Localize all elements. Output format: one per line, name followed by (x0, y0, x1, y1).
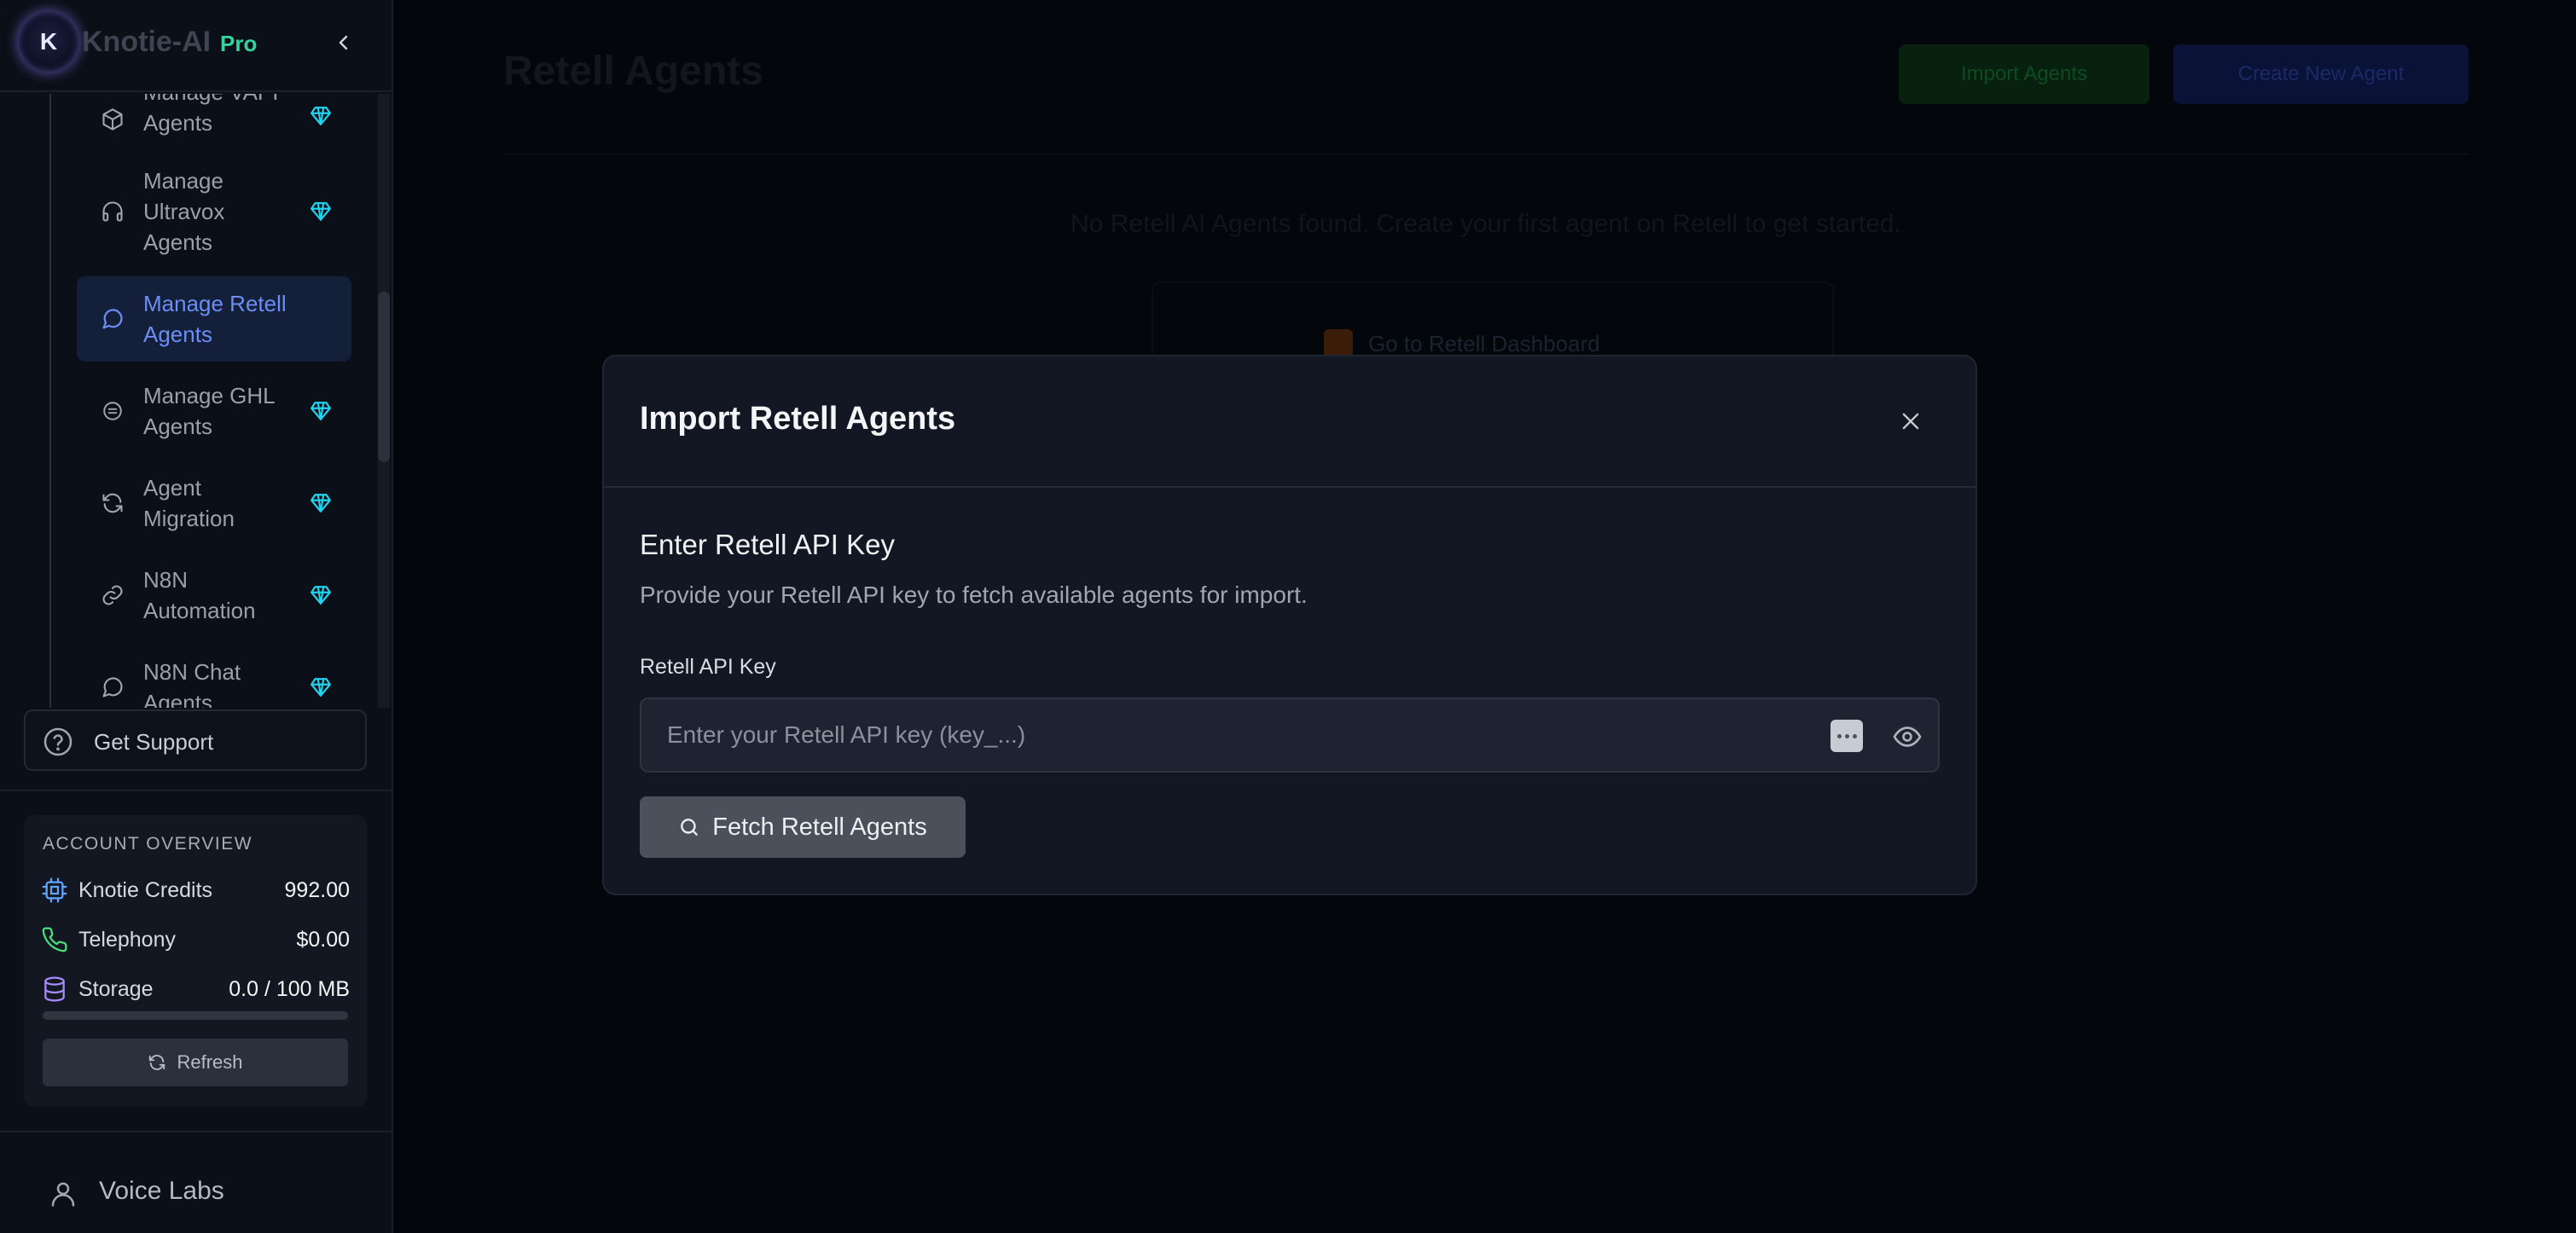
divider (0, 790, 392, 791)
dialog-description: Provide your Retell API key to fetch ava… (640, 582, 1308, 608)
collapse-sidebar-button[interactable] (328, 27, 359, 58)
sidebar-item-label: N8N (143, 567, 189, 593)
user-icon (51, 1182, 75, 1207)
telephony-value: $0.00 (296, 928, 350, 952)
account-overview-title: ACCOUNT OVERVIEW (43, 834, 253, 854)
diamond-icon (309, 200, 333, 223)
refresh-icon (149, 1055, 165, 1070)
sidebar-item-label: Agents (143, 321, 212, 347)
dialog-header: Import Retell Agents (604, 356, 1976, 488)
sidebar-item-label: Agents (143, 110, 212, 136)
retell-dashboard-link: Go to Retell Dashboard (1368, 331, 1600, 356)
fetch-retell-agents-button[interactable]: Fetch Retell Agents (640, 796, 966, 858)
sidebar-nav: Manage VAPI Agents Manage Ultravox Agent… (0, 94, 392, 708)
storage-label: Storage (78, 977, 154, 1001)
credits-row: Knotie Credits 992.00 (41, 873, 350, 907)
import-agents-button: Import Agents (1899, 44, 2150, 104)
chevron-left-icon (339, 35, 348, 50)
pro-badge: Pro (220, 31, 258, 56)
voice-labs-link[interactable]: Voice Labs (48, 1173, 304, 1214)
sidebar-item-manage-retell-agents[interactable]: Manage Retell Agents (77, 276, 351, 362)
brand-initial: K (39, 28, 58, 55)
api-key-field (640, 698, 1940, 773)
storage-value: 0.0 / 100 MB (229, 977, 350, 1001)
account-overview-card: ACCOUNT OVERVIEW Knotie Credits 992.00 T… (24, 815, 367, 1107)
ghl-icon (99, 397, 126, 425)
close-icon (1902, 413, 1919, 430)
sidebar-item-label: Ultravox (143, 199, 225, 224)
credits-label: Knotie Credits (78, 878, 213, 902)
toggle-visibility-button[interactable] (1888, 718, 1926, 755)
telephony-row: Telephony $0.00 (41, 923, 350, 957)
nav-guide-line (49, 94, 51, 708)
api-key-label: Retell API Key (640, 655, 776, 679)
credits-value: 992.00 (284, 878, 350, 902)
close-dialog-button[interactable] (1894, 404, 1928, 438)
sidebar: K Knotie-AI Pro Manage VAPI Agents (0, 0, 393, 1233)
divider (503, 153, 2469, 155)
search-icon (681, 819, 699, 836)
dialog-title: Import Retell Agents (640, 401, 956, 437)
brand-name: Knotie-AI (82, 26, 212, 58)
sidebar-item-label: Manage Retell (143, 291, 287, 316)
link-icon (99, 582, 126, 609)
sidebar-item-label: Manage VAPI (143, 94, 305, 107)
cube-icon (99, 106, 126, 133)
cpu-chip-icon (42, 877, 67, 903)
refresh-label: Refresh (177, 1051, 243, 1073)
refresh-button[interactable]: Refresh (43, 1039, 348, 1086)
sidebar-item-label: Manage GHL (143, 383, 276, 408)
storage-progress-bar (43, 1011, 348, 1020)
database-icon (44, 976, 65, 1002)
divider (0, 1131, 392, 1132)
sidebar-item-label: Migration (143, 506, 235, 531)
eye-icon (1893, 726, 1922, 747)
sidebar-item-label: Manage (143, 168, 223, 194)
sidebar-item-label: Agents (143, 414, 212, 439)
import-retell-agents-dialog: Import Retell Agents Enter Retell API Ke… (602, 355, 1977, 895)
empty-state-text: No Retell AI Agents found. Create your f… (1070, 210, 1901, 238)
sidebar-item-label: Automation (143, 598, 256, 623)
help-circle-icon (44, 727, 73, 756)
sidebar-scrollbar-thumb[interactable] (378, 292, 390, 462)
sidebar-item-label: Agent (143, 475, 201, 501)
diamond-icon (309, 675, 333, 699)
sidebar-item-label: Agents (143, 229, 212, 255)
get-support-button[interactable]: Get Support (24, 709, 367, 771)
retell-logo-icon (1324, 329, 1353, 358)
headphones-icon (99, 198, 126, 225)
voice-labs-label: Voice Labs (99, 1177, 224, 1205)
sidebar-item-label: Agents (143, 690, 212, 708)
create-new-agent-button: Create New Agent (2173, 44, 2469, 104)
sidebar-item-n8n-automation[interactable]: N8N Automation (77, 559, 351, 631)
telephony-label: Telephony (78, 928, 176, 952)
sidebar-item-manage-vapi-agents[interactable]: Manage VAPI Agents (77, 94, 351, 147)
get-support-label: Get Support (94, 729, 214, 755)
chat-bubble-icon (99, 674, 126, 701)
chat-bubble-icon (99, 305, 126, 333)
sidebar-item-manage-ghl-agents[interactable]: Manage GHL Agents (77, 375, 351, 447)
diamond-icon (309, 399, 333, 423)
phone-icon (42, 927, 67, 952)
sidebar-item-n8n-chat-agents[interactable]: N8N Chat Agents (77, 651, 351, 708)
sidebar-item-manage-ultravox-agents[interactable]: Manage Ultravox Agents (77, 162, 351, 261)
sidebar-header: K Knotie-AI Pro (0, 0, 392, 92)
diamond-icon (309, 104, 333, 128)
diamond-icon (309, 583, 333, 607)
dialog-subtitle: Enter Retell API Key (640, 529, 895, 560)
fetch-retell-agents-label: Fetch Retell Agents (712, 813, 927, 841)
sidebar-item-agent-migration[interactable]: Agent Migration (77, 467, 351, 539)
import-agents-label: Import Agents (1960, 62, 2088, 85)
api-key-input[interactable] (643, 701, 1837, 769)
sidebar-item-label: N8N Chat (143, 659, 241, 685)
refresh-icon (99, 489, 126, 517)
page-title: Retell Agents (503, 49, 763, 94)
password-manager-icon[interactable] (1830, 720, 1863, 752)
diamond-icon (309, 491, 333, 515)
brand-logo[interactable]: K (19, 12, 78, 72)
create-new-agent-label: Create New Agent (2237, 62, 2405, 85)
storage-row: Storage 0.0 / 100 MB (41, 972, 350, 1006)
